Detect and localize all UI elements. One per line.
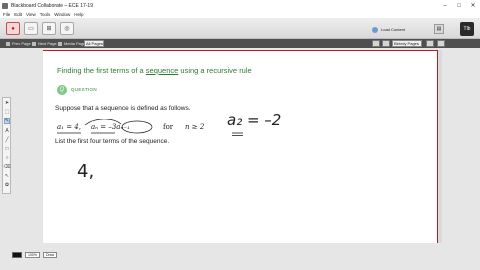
record-icon[interactable]: ● (6, 22, 20, 35)
title-post: using a recursive rule (178, 66, 252, 75)
ellipse-icon[interactable]: ○ (4, 155, 10, 161)
web-tour-icon[interactable]: ◎ (60, 22, 74, 35)
menu-tools[interactable]: Tools (40, 12, 51, 17)
menu-bar: File Edit View Tools Window Help (0, 11, 480, 18)
minimize-button[interactable]: – (438, 0, 452, 11)
brand-logo: Tlb (460, 22, 474, 36)
next-page-label: Next Page (38, 41, 57, 46)
pointer-icon[interactable]: ↖ (4, 173, 10, 179)
grid-icon[interactable] (426, 40, 434, 47)
prev-page-button[interactable]: Prev Page (6, 40, 31, 47)
title-bar: Blackboard Collaborate – ECE 17-19 – □ ✕ (0, 0, 480, 11)
rect-icon[interactable]: □ (4, 146, 10, 152)
cursor-icon[interactable]: ➤ (4, 100, 10, 106)
handwritten-a2: a₂ = –2 (227, 111, 282, 129)
line-icon[interactable]: ╱ (4, 137, 10, 143)
zoom-level[interactable]: 100% (25, 251, 40, 258)
menu-window[interactable]: Window (54, 12, 70, 17)
maximize-button[interactable]: □ (452, 0, 466, 11)
zoom-icon[interactable] (382, 40, 390, 47)
handwritten-term-1: 4, (77, 161, 95, 182)
share-app-icon[interactable]: ⊞ (42, 22, 56, 35)
app-icon (2, 2, 8, 9)
app-window: Blackboard Collaborate – ECE 17-19 – □ ✕… (0, 0, 480, 270)
tool-palette: ➤ ⬚ ✎ A ╱ □ ○ ⌫ ↖ ✿ (2, 97, 11, 194)
window-controls: – □ ✕ (438, 0, 480, 11)
color-swatch[interactable] (12, 251, 22, 258)
select-icon[interactable]: ⬚ (4, 109, 10, 115)
pen-icon[interactable]: ✎ (4, 118, 10, 124)
toolbar: ● ▭ ⊞ ◎ Load Content ▤ Tlb (0, 18, 480, 39)
load-content-label: Load Content (381, 27, 406, 32)
load-content-button[interactable]: Load Content (372, 25, 405, 34)
whiteboard-canvas[interactable]: Finding the first terms of a sequence us… (43, 50, 438, 243)
page-nav-bar: Prev Page Next Page Media Page All Pages… (0, 39, 480, 48)
title-pre: Finding the first terms of a (57, 66, 146, 75)
question-title: Finding the first terms of a sequence us… (57, 66, 252, 75)
question-instruction: List the first four terms of the sequenc… (55, 138, 170, 145)
layout-icon[interactable]: ▤ (434, 24, 444, 34)
menu-help[interactable]: Help (74, 12, 83, 17)
menu-edit[interactable]: Edit (14, 12, 22, 17)
menu-view[interactable]: View (26, 12, 36, 17)
next-page-icon (32, 41, 36, 46)
title-keyword: sequence (145, 66, 179, 75)
status-area (0, 245, 480, 270)
whiteboard-icon[interactable]: ▭ (24, 22, 38, 35)
recursive-formula: a₁ = 4, aₙ = –3aₙ₋₁ for n ≥ 2 (55, 119, 225, 135)
prev-page-icon (6, 41, 10, 46)
clipart-icon[interactable]: ✿ (4, 182, 10, 188)
menu-file[interactable]: File (3, 12, 10, 17)
prev-page-label: Prev Page (12, 41, 31, 46)
eraser-icon[interactable]: ⌫ (3, 164, 10, 170)
close-button[interactable]: ✕ (466, 0, 480, 11)
vertical-scrollbar[interactable] (438, 50, 442, 243)
text-icon[interactable]: A (4, 128, 10, 134)
media-page-button[interactable]: Media Page (58, 40, 85, 47)
status-bar: 100% Draw (12, 251, 58, 258)
settings-icon[interactable] (437, 40, 445, 47)
media-page-label: Media Page (64, 41, 86, 46)
question-label: QUESTION (71, 87, 97, 92)
question-prompt: Suppose that a sequence is defined as fo… (55, 105, 191, 112)
next-page-button[interactable]: Next Page (32, 40, 57, 47)
formula-annotation-marks (57, 119, 153, 134)
page-select[interactable]: All Pages (84, 40, 104, 47)
window-title: Blackboard Collaborate – ECE 17-19 (11, 2, 93, 9)
fit-page-icon[interactable] (372, 40, 380, 47)
page-tool-select[interactable]: Bkbrdy Pages (392, 40, 422, 47)
media-page-icon (58, 41, 62, 46)
mode-select[interactable]: Draw (42, 251, 58, 258)
load-content-icon (372, 26, 378, 33)
handwritten-underline (232, 132, 243, 136)
question-badge: Q (57, 85, 67, 95)
